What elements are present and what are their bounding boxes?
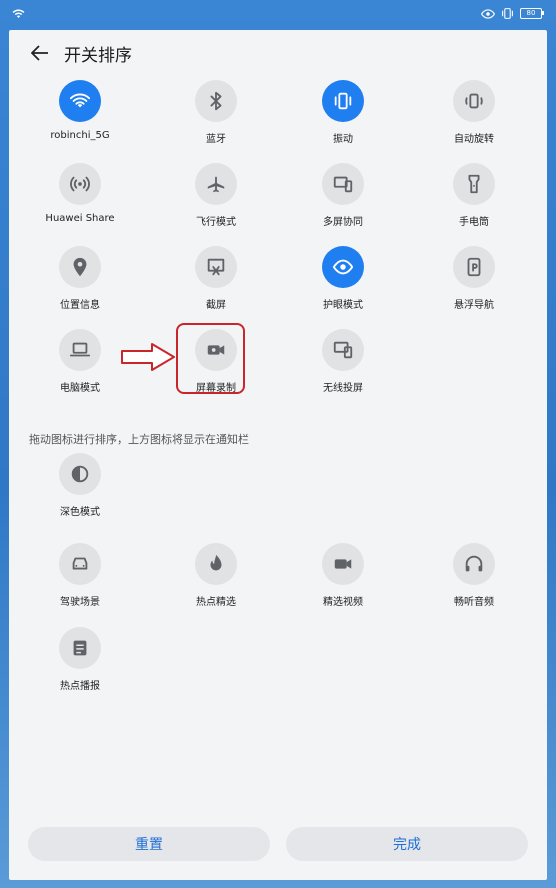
- toggle-tile[interactable]: Huawei Share: [20, 163, 140, 224]
- toggle-label: 自动旋转: [454, 134, 494, 145]
- toggle-tile[interactable]: 自动旋转: [414, 80, 534, 145]
- flashlight-icon[interactable]: [453, 163, 495, 205]
- news-icon[interactable]: [59, 627, 101, 669]
- car-icon[interactable]: [59, 543, 101, 585]
- vibrate-icon: [501, 8, 514, 19]
- toggle-label: 多屏协同: [323, 217, 363, 228]
- flame-icon[interactable]: [195, 543, 237, 585]
- toggle-label: 手电筒: [459, 217, 489, 228]
- sort-hint: 拖动图标进行排序，上方图标将显示在通知栏: [29, 433, 249, 446]
- toggle-tile[interactable]: 精选视频: [283, 543, 403, 608]
- rotate-icon[interactable]: [453, 80, 495, 122]
- toggle-label: 畅听音频: [454, 597, 494, 608]
- wifi-icon: [12, 8, 25, 19]
- toggle-tile[interactable]: 驾驶场景: [20, 543, 140, 608]
- eye-comfort-icon: [481, 8, 495, 19]
- toggle-tile[interactable]: robinchi_5G: [20, 80, 140, 141]
- toggle-tile[interactable]: 悬浮导航: [414, 246, 534, 311]
- toggle-label: robinchi_5G: [50, 130, 110, 141]
- status-bar: 80: [0, 0, 556, 30]
- toggle-label: 位置信息: [60, 300, 100, 311]
- toggle-label: 电脑模式: [60, 383, 100, 394]
- done-button[interactable]: 完成: [286, 827, 528, 861]
- toggle-tile[interactable]: 护眼模式: [283, 246, 403, 311]
- multi-screen-icon[interactable]: [322, 163, 364, 205]
- toggle-tile[interactable]: 手电筒: [414, 163, 534, 228]
- toggle-tile[interactable]: 畅听音频: [414, 543, 534, 608]
- toggle-label: 振动: [333, 134, 353, 145]
- wireless-projection-icon[interactable]: [322, 329, 364, 371]
- page-title: 开关排序: [64, 45, 132, 66]
- toggle-label: 悬浮导航: [454, 300, 494, 311]
- toggle-tile[interactable]: 飞行模式: [156, 163, 276, 228]
- toggle-label: 热点播报: [60, 681, 100, 692]
- eye-icon[interactable]: [322, 246, 364, 288]
- screenshot-icon[interactable]: [195, 246, 237, 288]
- wifi-icon[interactable]: [59, 80, 101, 122]
- toggle-label: 热点精选: [196, 597, 236, 608]
- vibrate-icon[interactable]: [322, 80, 364, 122]
- toggle-label: 飞行模式: [196, 217, 236, 228]
- toggle-tile[interactable]: 无线投屏: [283, 329, 403, 394]
- toggle-label: 驾驶场景: [60, 597, 100, 608]
- bluetooth-icon[interactable]: [195, 80, 237, 122]
- airplane-icon[interactable]: [195, 163, 237, 205]
- toggle-tile[interactable]: 振动: [283, 80, 403, 145]
- toggle-tile[interactable]: 位置信息: [20, 246, 140, 311]
- toggle-tile[interactable]: 截屏: [156, 246, 276, 311]
- floating-nav-icon[interactable]: [453, 246, 495, 288]
- headphones-icon[interactable]: [453, 543, 495, 585]
- laptop-icon[interactable]: [59, 329, 101, 371]
- video-camera-icon[interactable]: [322, 543, 364, 585]
- toggle-tile[interactable]: 蓝牙: [156, 80, 276, 145]
- toggle-label: Huawei Share: [45, 213, 115, 224]
- dark-mode-icon[interactable]: [59, 453, 101, 495]
- toggle-label: 无线投屏: [323, 383, 363, 394]
- toggle-label: 蓝牙: [206, 134, 226, 145]
- battery-icon: 80: [520, 8, 544, 19]
- toggle-label: 精选视频: [323, 597, 363, 608]
- location-icon[interactable]: [59, 246, 101, 288]
- toggle-tile[interactable]: 多屏协同: [283, 163, 403, 228]
- toggle-label: 深色模式: [60, 507, 100, 518]
- arrow-right-icon: [121, 342, 176, 372]
- huawei-share-icon[interactable]: [59, 163, 101, 205]
- toggle-tile[interactable]: 热点精选: [156, 543, 276, 608]
- toggle-tile[interactable]: 热点播报: [20, 627, 140, 692]
- arrow-left-icon[interactable]: [29, 42, 51, 64]
- header: 开关排序: [29, 38, 132, 68]
- toggle-sort-panel: 开关排序 robinchi_5G 蓝牙 振动 自动旋转 Huawei Share 飞行模式…: [9, 30, 547, 880]
- toggle-tile[interactable]: 深色模式: [20, 453, 140, 518]
- toggle-label: 截屏: [206, 300, 226, 311]
- highlight-annotation: [176, 323, 245, 394]
- toggle-label: 护眼模式: [323, 300, 363, 311]
- reset-button[interactable]: 重置: [28, 827, 270, 861]
